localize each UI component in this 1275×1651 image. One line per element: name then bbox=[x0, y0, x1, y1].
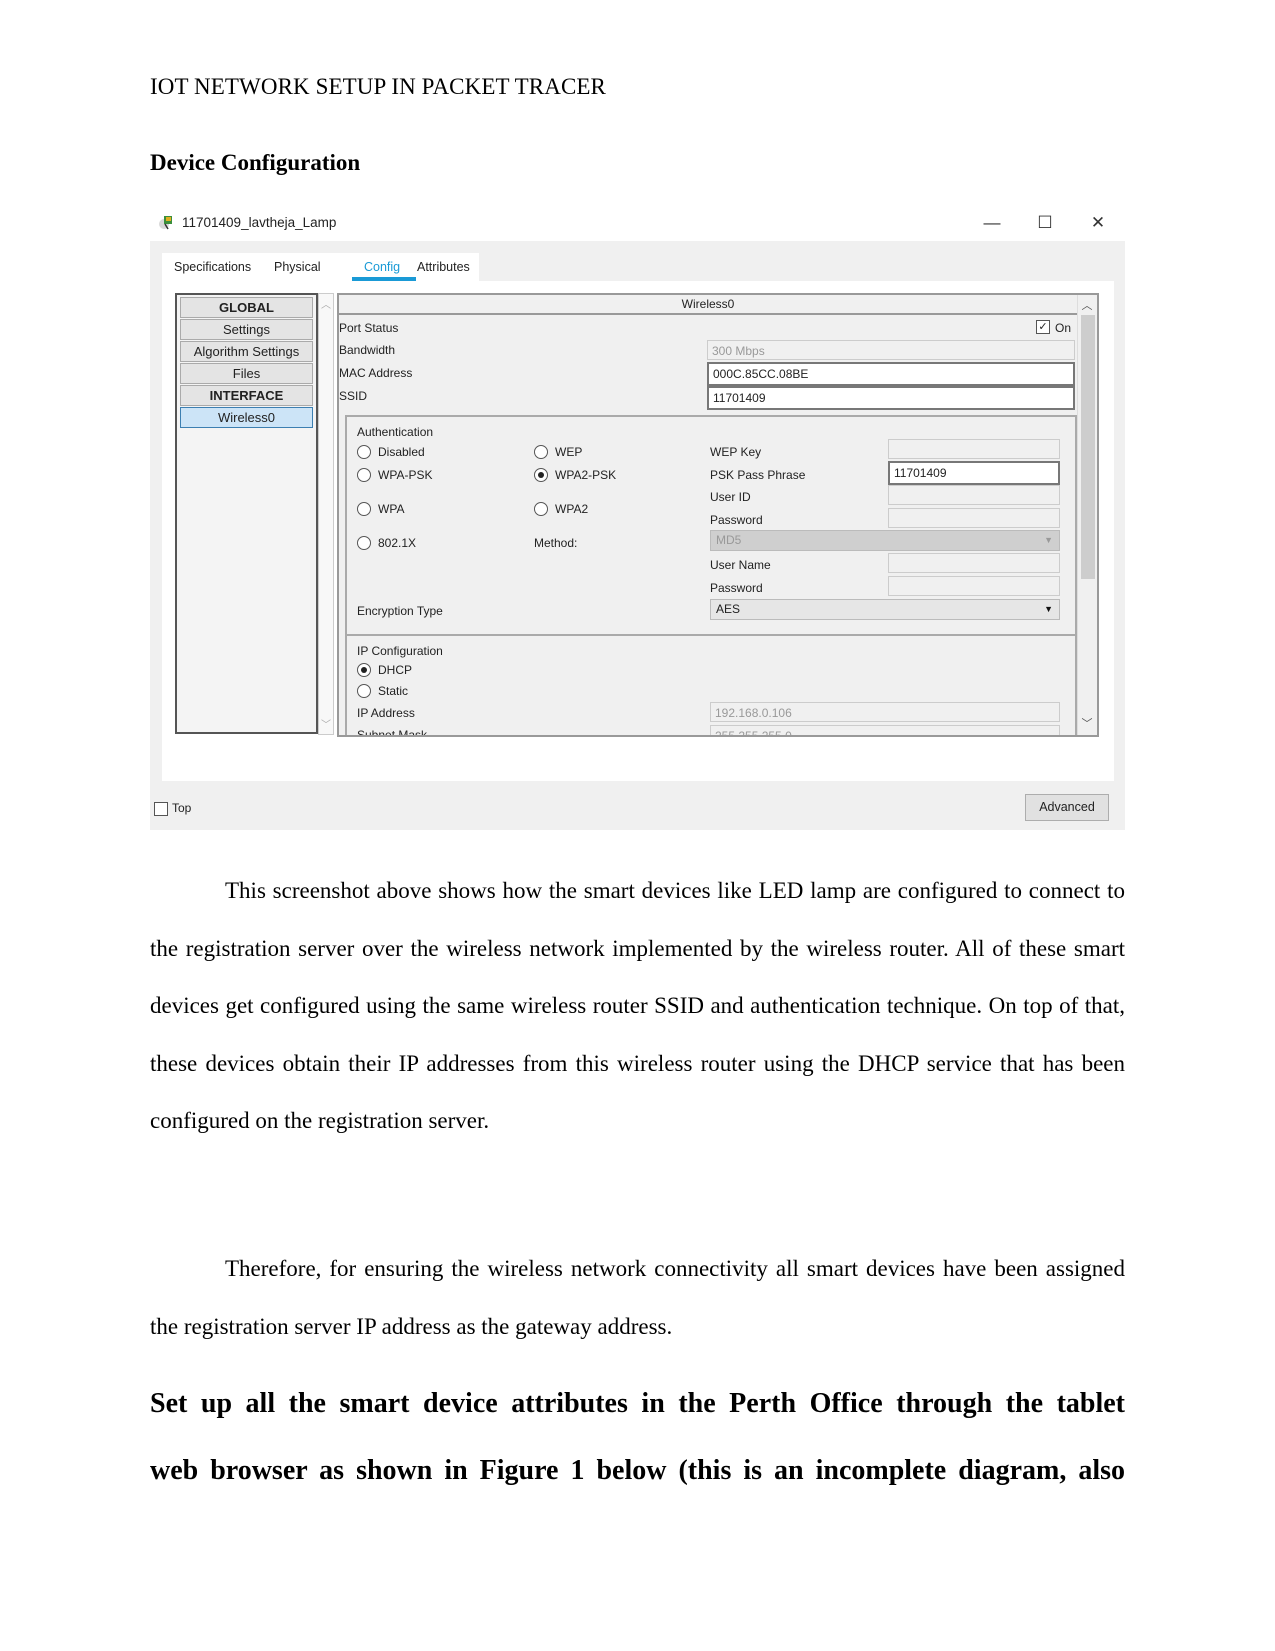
wep-key-label: WEP Key bbox=[710, 445, 762, 459]
close-button[interactable]: ✕ bbox=[1086, 211, 1110, 235]
body-paragraph-1: This screenshot above shows how the smar… bbox=[150, 862, 1125, 1150]
subnet-mask-label: Subnet Mask bbox=[357, 728, 428, 737]
auth-8021x-radio[interactable] bbox=[357, 536, 371, 550]
window-title: 11701409_lavtheja_Lamp bbox=[182, 215, 337, 230]
advanced-button[interactable]: Advanced bbox=[1025, 794, 1109, 821]
tab-config[interactable]: Config bbox=[364, 260, 400, 274]
port-status-label: Port Status bbox=[339, 321, 399, 335]
password2-input[interactable] bbox=[888, 576, 1060, 596]
mac-address-label: MAC Address bbox=[339, 366, 413, 380]
scrollbar-thumb[interactable] bbox=[1081, 315, 1095, 579]
auth-disabled-radio[interactable] bbox=[357, 445, 371, 459]
encryption-type-value: AES bbox=[716, 602, 741, 616]
bandwidth-field: 300 Mbps bbox=[707, 340, 1075, 360]
authentication-group: Authentication Disabled WEP WPA-PSK WPA2… bbox=[345, 415, 1077, 637]
method-value: MD5 bbox=[716, 533, 742, 547]
subnet-mask-input[interactable]: 255.255.255.0 bbox=[710, 725, 1060, 735]
interface-title: Wireless0 bbox=[339, 295, 1077, 315]
config-pane: GLOBAL Settings Algorithm Settings Files… bbox=[162, 281, 1114, 781]
password-label: Password bbox=[710, 513, 763, 527]
scroll-up-icon[interactable]: ︿ bbox=[1078, 297, 1096, 313]
device-config-window: 11701409_lavtheja_Lamp — ☐ ✕ Specificati… bbox=[150, 205, 1125, 830]
running-head: IOT NETWORK SETUP IN PACKET TRACER bbox=[150, 74, 606, 99]
auth-wpa2-psk-label: WPA2-PSK bbox=[555, 468, 617, 482]
authentication-title: Authentication bbox=[357, 425, 434, 439]
sidebar-header-global: GLOBAL bbox=[180, 297, 313, 318]
auth-wpa-psk-label: WPA-PSK bbox=[378, 468, 433, 482]
encryption-type-select[interactable]: AES ▼ bbox=[710, 599, 1060, 620]
sidebar-header-interface: INTERFACE bbox=[180, 385, 313, 406]
scroll-up-icon[interactable]: ︿ bbox=[319, 296, 333, 311]
auth-wep-radio[interactable] bbox=[534, 445, 548, 459]
window-client: Specifications Physical Config Attribute… bbox=[150, 241, 1125, 830]
interface-panel: Wireless0 Port Status ✓ On Bandwidth 300… bbox=[337, 293, 1099, 737]
tab-specifications[interactable]: Specifications bbox=[174, 260, 251, 274]
auth-8021x-label: 802.1X bbox=[378, 536, 417, 550]
bandwidth-label: Bandwidth bbox=[339, 343, 396, 357]
task-heading: Set up all the smart device attributes i… bbox=[150, 1370, 1125, 1504]
sidebar-item-wireless0[interactable]: Wireless0 bbox=[180, 407, 313, 428]
maximize-button[interactable]: ☐ bbox=[1033, 211, 1057, 235]
user-id-label: User ID bbox=[710, 490, 751, 504]
ip-configuration-title: IP Configuration bbox=[357, 644, 443, 658]
scroll-down-icon[interactable]: ﹀ bbox=[319, 716, 333, 731]
user-name-label: User Name bbox=[710, 558, 771, 572]
static-label: Static bbox=[378, 684, 409, 698]
static-radio[interactable] bbox=[357, 684, 371, 698]
task-heading-line-2: web browser as shown in Figure 1 below (… bbox=[150, 1455, 1125, 1486]
sidebar-scrollbar[interactable]: ︿ ﹀ bbox=[318, 293, 334, 735]
auth-wpa2-radio[interactable] bbox=[534, 502, 548, 516]
paragraph-1-text: This screenshot above shows how the smar… bbox=[150, 878, 1125, 1133]
top-checkbox[interactable] bbox=[154, 802, 168, 816]
encryption-type-label: Encryption Type bbox=[357, 604, 443, 618]
auth-wpa-psk-radio[interactable] bbox=[357, 468, 371, 482]
title-bar: 11701409_lavtheja_Lamp — ☐ ✕ bbox=[150, 205, 1125, 241]
ip-configuration-group: IP Configuration DHCP Static IP Address … bbox=[345, 634, 1077, 737]
minimize-button[interactable]: — bbox=[980, 211, 1004, 235]
sidebar-item-files[interactable]: Files bbox=[180, 363, 313, 384]
ssid-input[interactable]: 11701409 bbox=[707, 386, 1075, 410]
paragraph-2-text: Therefore, for ensuring the wireless net… bbox=[150, 1256, 1125, 1339]
auth-disabled-label: Disabled bbox=[378, 445, 425, 459]
section-title: Device Configuration bbox=[150, 150, 361, 175]
dropdown-arrow-icon: ▼ bbox=[1044, 535, 1053, 545]
user-name-input[interactable] bbox=[888, 553, 1060, 573]
psk-pass-phrase-label: PSK Pass Phrase bbox=[710, 468, 806, 482]
ip-address-input[interactable]: 192.168.0.106 bbox=[710, 702, 1060, 722]
sidebar-item-algorithm-settings[interactable]: Algorithm Settings bbox=[180, 341, 313, 362]
sidebar-item-settings[interactable]: Settings bbox=[180, 319, 313, 340]
packet-tracer-device-icon bbox=[159, 216, 172, 230]
ip-address-label: IP Address bbox=[357, 706, 415, 720]
body-paragraph-2: Therefore, for ensuring the wireless net… bbox=[150, 1240, 1125, 1355]
dhcp-label: DHCP bbox=[378, 663, 413, 677]
wep-key-input[interactable] bbox=[888, 439, 1060, 459]
interface-scrollbar[interactable]: ︿ ﹀ bbox=[1077, 295, 1096, 735]
auth-wpa-radio[interactable] bbox=[357, 502, 371, 516]
port-status-checkbox[interactable]: ✓ bbox=[1036, 320, 1050, 334]
method-label: Method: bbox=[534, 536, 578, 550]
tab-physical[interactable]: Physical bbox=[274, 260, 321, 274]
password2-label: Password bbox=[710, 581, 763, 595]
config-sidebar: GLOBAL Settings Algorithm Settings Files… bbox=[175, 293, 318, 734]
user-id-input[interactable] bbox=[888, 485, 1060, 505]
auth-wpa2-label: WPA2 bbox=[555, 502, 589, 516]
tab-attributes[interactable]: Attributes bbox=[417, 260, 470, 274]
port-status-on-label: On bbox=[1055, 321, 1072, 335]
scroll-down-icon[interactable]: ﹀ bbox=[1078, 715, 1096, 731]
psk-pass-phrase-input[interactable]: 11701409 bbox=[888, 461, 1060, 485]
task-heading-line-1: Set up all the smart device attributes i… bbox=[150, 1388, 1125, 1419]
dropdown-arrow-icon: ▼ bbox=[1044, 604, 1053, 614]
dhcp-radio[interactable] bbox=[357, 663, 371, 677]
auth-wep-label: WEP bbox=[555, 445, 583, 459]
top-label: Top bbox=[172, 801, 192, 815]
ssid-label: SSID bbox=[339, 389, 368, 403]
tab-bar: Specifications Physical Config Attribute… bbox=[162, 253, 479, 281]
password-input[interactable] bbox=[888, 508, 1060, 528]
method-select[interactable]: MD5 ▼ bbox=[710, 530, 1060, 551]
auth-wpa-label: WPA bbox=[378, 502, 405, 516]
auth-wpa2-psk-radio[interactable] bbox=[534, 468, 548, 482]
mac-address-input[interactable]: 000C.85CC.08BE bbox=[707, 362, 1075, 386]
